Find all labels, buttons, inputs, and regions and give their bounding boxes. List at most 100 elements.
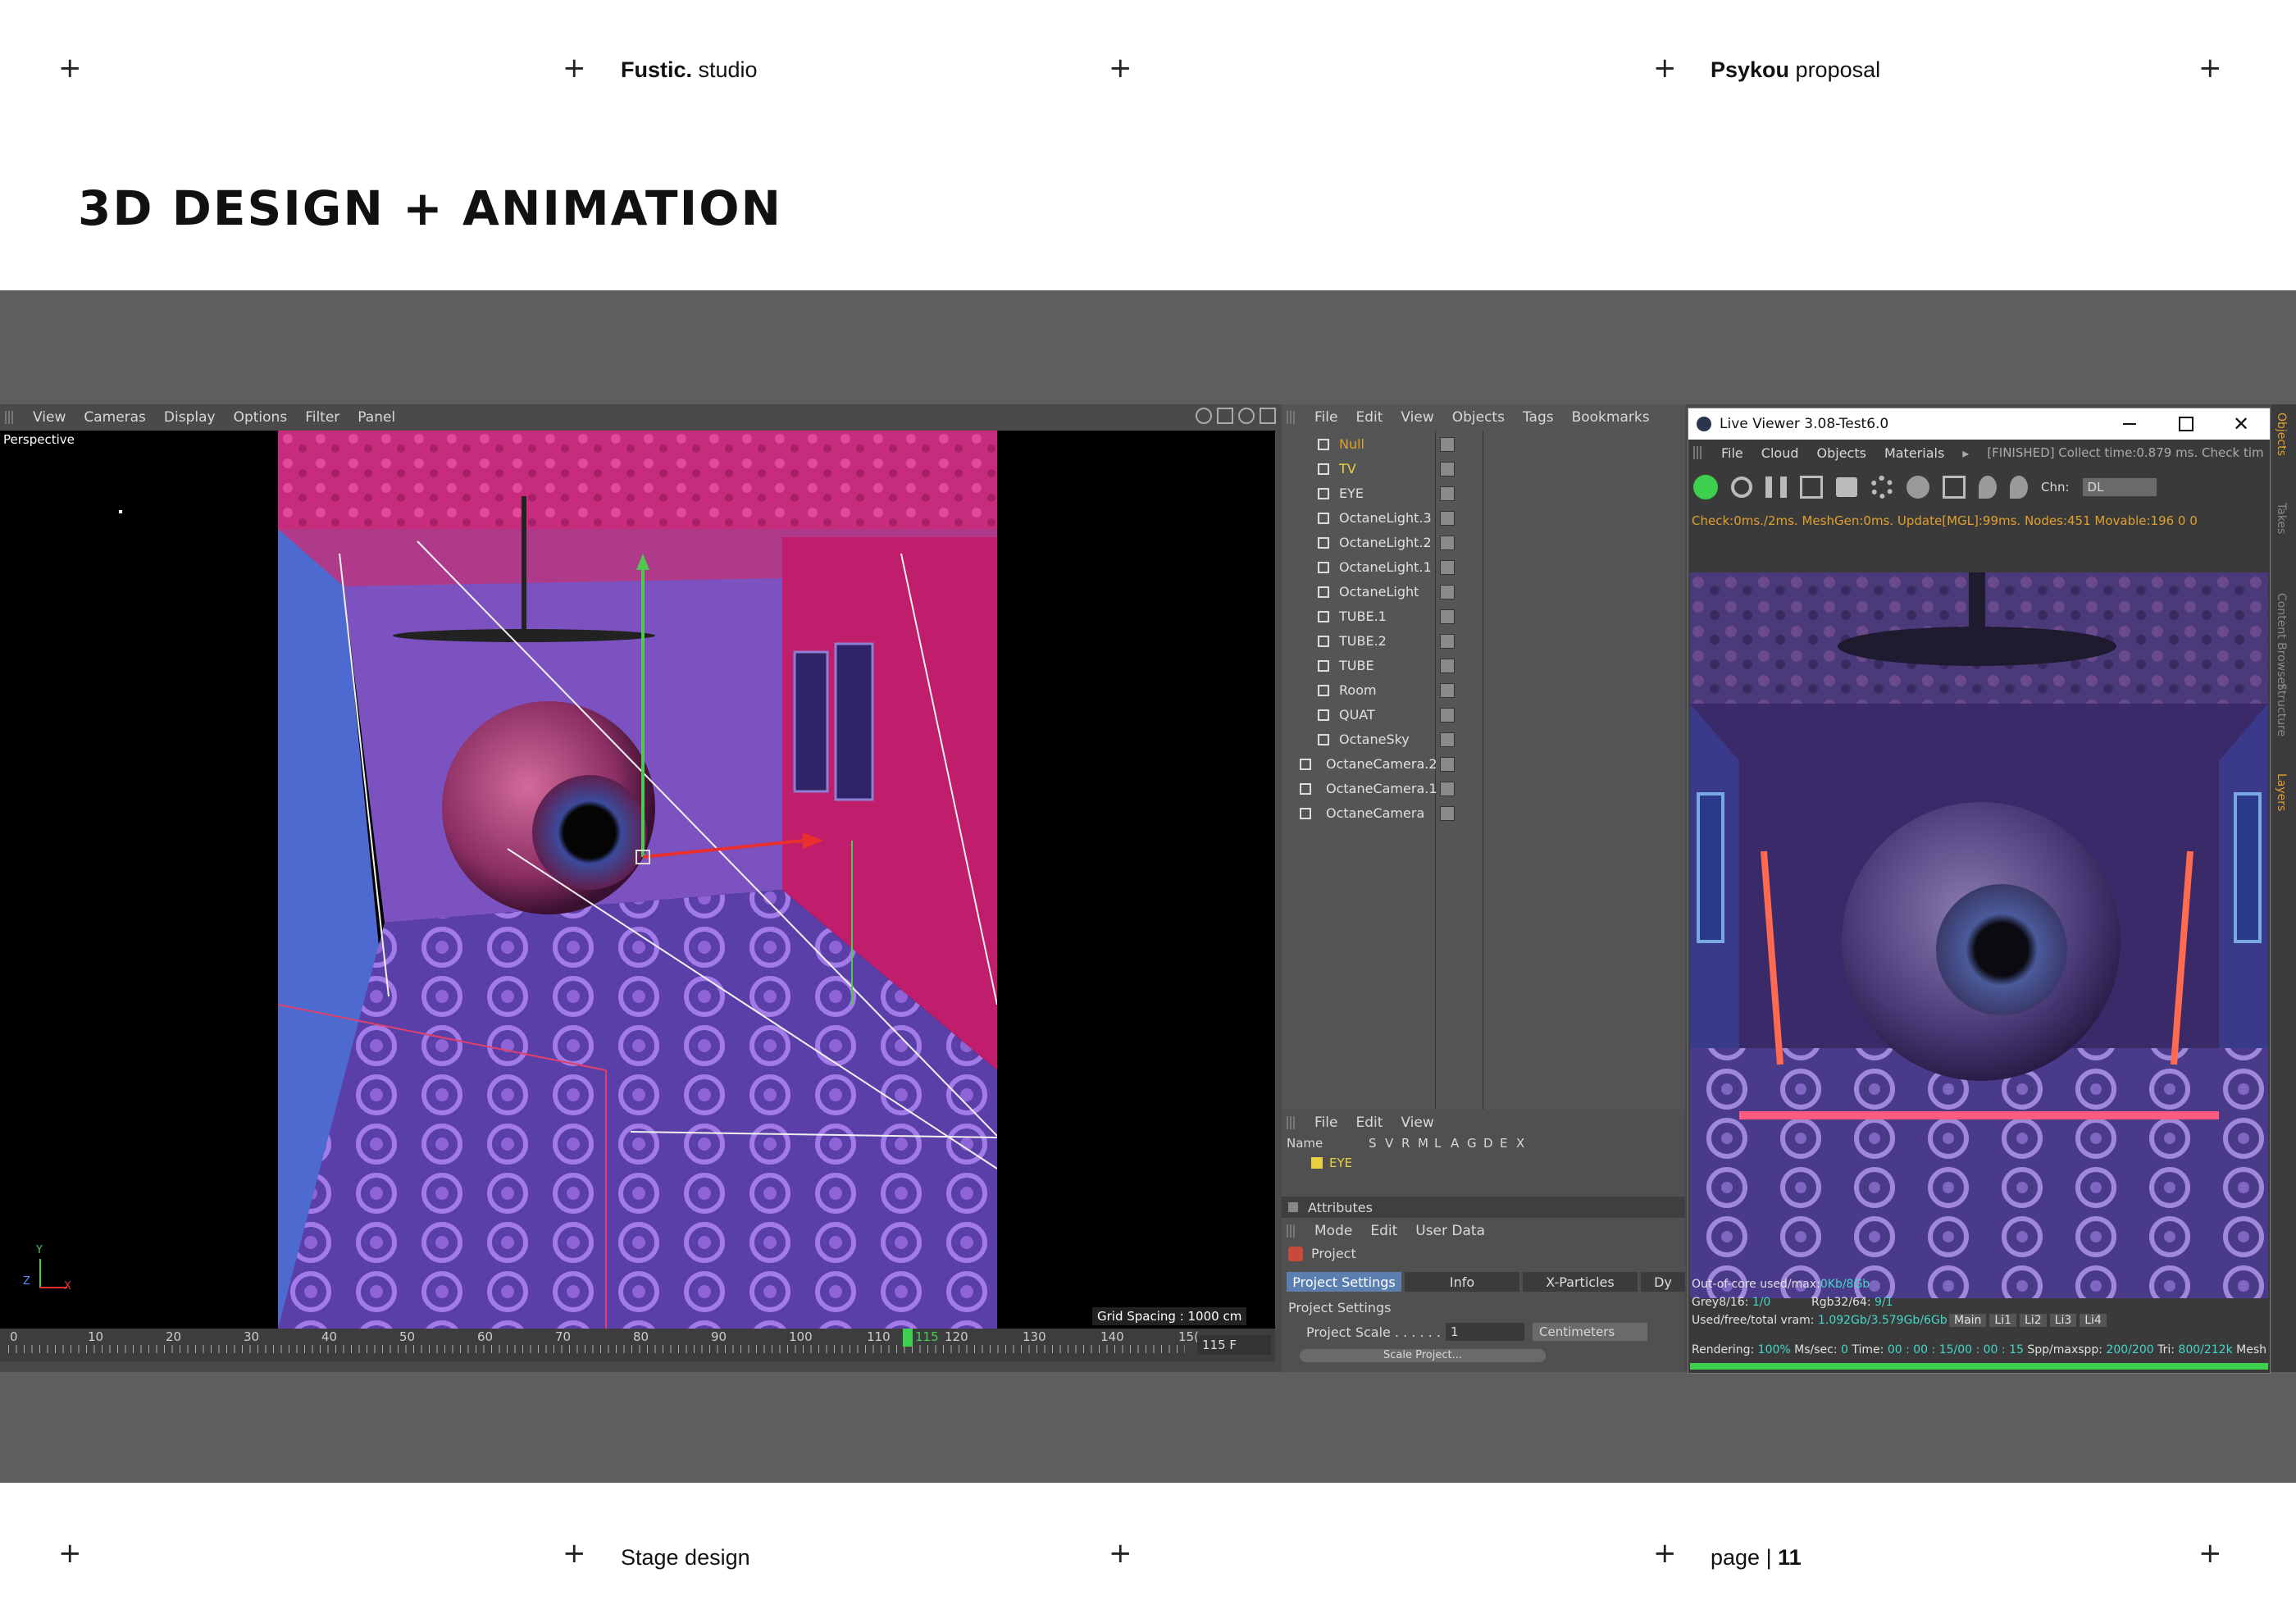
object-row[interactable]: OctaneCamera.1 bbox=[1282, 777, 1685, 800]
menu-filter[interactable]: Filter bbox=[305, 409, 339, 426]
region-render-icon[interactable] bbox=[1800, 476, 1823, 499]
object-row[interactable]: OctaneCamera bbox=[1282, 801, 1685, 825]
menu-bookmarks[interactable]: Bookmarks bbox=[1572, 409, 1650, 426]
project-scale-unit[interactable]: Centimeters bbox=[1533, 1323, 1647, 1341]
visibility-toggle[interactable] bbox=[1440, 707, 1455, 723]
visibility-toggle[interactable] bbox=[1440, 436, 1455, 452]
tab-li2[interactable]: Li2 bbox=[2020, 1314, 2047, 1327]
object-row[interactable]: EYE bbox=[1282, 481, 1685, 505]
visibility-toggle[interactable] bbox=[1440, 756, 1455, 772]
menu-options[interactable]: Options bbox=[234, 409, 288, 426]
material-sphere-icon[interactable] bbox=[1906, 476, 1929, 499]
channel-dropdown[interactable]: DL bbox=[2082, 478, 2157, 496]
visibility-toggle[interactable] bbox=[1440, 805, 1455, 821]
tab-dynamics[interactable]: Dy bbox=[1641, 1272, 1685, 1292]
lock-icon[interactable] bbox=[1836, 477, 1857, 497]
menu-file[interactable]: File bbox=[1314, 1115, 1337, 1131]
object-row[interactable]: TUBE.2 bbox=[1282, 629, 1685, 653]
scale-project-button[interactable]: Scale Project... bbox=[1300, 1349, 1546, 1362]
side-tab[interactable]: Layers bbox=[2275, 773, 2288, 811]
menu-objects[interactable]: Objects bbox=[1452, 409, 1505, 426]
tab-main[interactable]: Main bbox=[1949, 1314, 1987, 1327]
menu-panel[interactable]: Panel bbox=[358, 409, 395, 426]
menu-file[interactable]: File bbox=[1721, 445, 1743, 461]
settings-gear-icon[interactable] bbox=[1870, 476, 1893, 499]
project-scale-input[interactable]: 1 bbox=[1446, 1323, 1524, 1341]
layer-row[interactable]: EYE bbox=[1287, 1154, 1680, 1172]
move-view-icon[interactable] bbox=[1196, 408, 1212, 424]
menu-mode[interactable]: Mode bbox=[1314, 1223, 1352, 1239]
restart-icon[interactable] bbox=[1731, 476, 1752, 498]
visibility-toggle[interactable] bbox=[1440, 486, 1455, 501]
menu-cameras[interactable]: Cameras bbox=[84, 409, 146, 426]
zoom-view-icon[interactable] bbox=[1217, 408, 1233, 424]
object-row[interactable]: OctaneLight.2 bbox=[1282, 531, 1685, 554]
visibility-toggle[interactable] bbox=[1440, 682, 1455, 698]
timeline-ruler[interactable] bbox=[8, 1345, 1185, 1353]
grip-handle[interactable] bbox=[1287, 1224, 1296, 1238]
object-row[interactable]: TUBE bbox=[1282, 654, 1685, 677]
tab-project-settings[interactable]: Project Settings bbox=[1287, 1272, 1401, 1292]
visibility-toggle[interactable] bbox=[1440, 535, 1455, 550]
viewport-nav-icons[interactable] bbox=[1196, 408, 1276, 424]
visibility-toggle[interactable] bbox=[1440, 510, 1455, 526]
side-tab[interactable]: Content Browser bbox=[2275, 593, 2288, 689]
visibility-toggle[interactable] bbox=[1440, 658, 1455, 673]
grip-handle[interactable] bbox=[1287, 411, 1296, 424]
object-row[interactable]: OctaneLight.1 bbox=[1282, 555, 1685, 579]
timeline[interactable]: 0 10 20 30 40 50 60 70 80 90 100 110 120 130 140 15( 11… bbox=[0, 1329, 1275, 1361]
menu-view[interactable]: View bbox=[33, 409, 66, 426]
menu-view[interactable]: View bbox=[1401, 1115, 1433, 1131]
menu-tags[interactable]: Tags bbox=[1523, 409, 1554, 426]
visibility-toggle[interactable] bbox=[1440, 584, 1455, 600]
object-row[interactable]: OctaneLight bbox=[1282, 580, 1685, 604]
grip-handle[interactable] bbox=[5, 411, 15, 424]
pick-material-icon[interactable] bbox=[2010, 476, 2028, 499]
object-row[interactable]: Null bbox=[1282, 432, 1685, 456]
side-tab[interactable]: Takes bbox=[2275, 503, 2288, 534]
pick-focus-icon[interactable] bbox=[1979, 476, 1997, 499]
grip-handle[interactable] bbox=[1693, 446, 1703, 459]
visibility-toggle[interactable] bbox=[1440, 609, 1455, 624]
visibility-toggle[interactable] bbox=[1440, 732, 1455, 747]
visibility-toggle[interactable] bbox=[1440, 781, 1455, 796]
object-row[interactable]: TV bbox=[1282, 457, 1685, 481]
timeline-playhead[interactable] bbox=[903, 1329, 913, 1347]
visibility-toggle[interactable] bbox=[1440, 559, 1455, 575]
perspective-viewport[interactable]: Perspective Y Z X Grid Spacing: 1000 cm bbox=[0, 431, 1275, 1329]
object-row[interactable]: Room bbox=[1282, 678, 1685, 702]
object-row[interactable]: OctaneCamera.2 bbox=[1282, 752, 1685, 776]
live-viewer-titlebar[interactable]: Live Viewer 3.08-Test6.0 ✕ bbox=[1688, 408, 2270, 440]
frame-field[interactable]: 115 F bbox=[1197, 1335, 1271, 1355]
menu-edit[interactable]: Edit bbox=[1355, 409, 1383, 426]
side-tab[interactable]: Objects bbox=[2275, 413, 2288, 456]
menu-display[interactable]: Display bbox=[164, 409, 216, 426]
menu-edit[interactable]: Edit bbox=[1370, 1223, 1397, 1239]
tab-li1[interactable]: Li1 bbox=[1989, 1314, 2017, 1327]
menu-edit[interactable]: Edit bbox=[1355, 1115, 1383, 1131]
menu-materials[interactable]: Materials bbox=[1884, 445, 1944, 461]
tab-li3[interactable]: Li3 bbox=[2049, 1314, 2077, 1327]
tab-info[interactable]: Info bbox=[1405, 1272, 1519, 1292]
object-row[interactable]: TUBE.1 bbox=[1282, 604, 1685, 628]
side-tab[interactable]: Structure bbox=[2275, 683, 2288, 736]
rotate-view-icon[interactable] bbox=[1238, 408, 1255, 424]
menu-file[interactable]: File bbox=[1314, 409, 1337, 426]
minimize-icon[interactable] bbox=[2123, 423, 2136, 425]
menu-cloud[interactable]: Cloud bbox=[1761, 445, 1799, 461]
display-window-icon[interactable] bbox=[1943, 476, 1966, 499]
close-icon[interactable]: ✕ bbox=[2233, 413, 2249, 435]
visibility-toggle[interactable] bbox=[1440, 461, 1455, 476]
menu-objects[interactable]: Objects bbox=[1816, 445, 1866, 461]
object-row[interactable]: OctaneLight.3 bbox=[1282, 506, 1685, 530]
tab-li4[interactable]: Li4 bbox=[2080, 1314, 2107, 1327]
visibility-toggle[interactable] bbox=[1440, 633, 1455, 649]
pause-icon[interactable] bbox=[1765, 476, 1787, 498]
grip-handle[interactable] bbox=[1287, 1116, 1296, 1129]
maximize-icon[interactable] bbox=[2179, 417, 2194, 431]
start-render-icon[interactable] bbox=[1693, 475, 1718, 499]
object-row[interactable]: QUAT bbox=[1282, 703, 1685, 727]
tab-x-particles[interactable]: X-Particles bbox=[1523, 1272, 1638, 1292]
menu-user-data[interactable]: User Data bbox=[1415, 1223, 1485, 1239]
object-row[interactable]: OctaneSky bbox=[1282, 727, 1685, 751]
